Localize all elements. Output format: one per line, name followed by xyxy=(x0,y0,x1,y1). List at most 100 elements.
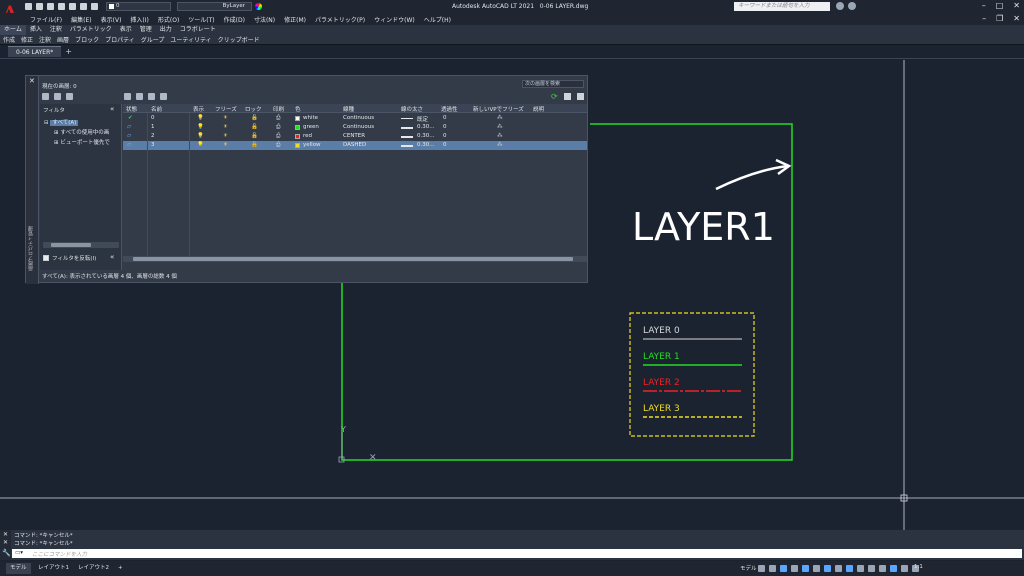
layer-linetype[interactable]: CENTER xyxy=(343,133,365,139)
delete-layer-icon[interactable] xyxy=(148,93,155,100)
layer-combo[interactable]: 0 xyxy=(106,2,171,11)
binoculars-icon[interactable] xyxy=(836,2,844,10)
hardware-acceleration-icon[interactable] xyxy=(901,565,908,572)
tab-home[interactable]: ホーム xyxy=(0,25,26,35)
color-swatch[interactable] xyxy=(295,134,300,139)
layer-name[interactable]: 1 xyxy=(151,124,155,130)
panel-properties[interactable]: プロパティ xyxy=(102,35,138,44)
workspace-icon[interactable] xyxy=(879,565,886,572)
unlock-icon[interactable]: 🔓 xyxy=(251,124,258,130)
sun-icon[interactable]: ☀ xyxy=(223,133,228,139)
tab-layout1[interactable]: レイアウト1 xyxy=(34,563,73,574)
save-icon[interactable] xyxy=(47,3,54,10)
printer-icon[interactable]: ⎙ xyxy=(276,124,280,131)
layer-color-name[interactable]: red xyxy=(303,133,312,139)
bulb-icon[interactable]: 💡 xyxy=(197,133,204,139)
model-space-button[interactable]: モデル xyxy=(740,564,757,572)
layer-transparency[interactable]: 0 xyxy=(443,133,447,139)
menu-tools[interactable]: ツール(T) xyxy=(188,15,214,24)
palette-title-strip[interactable]: ✕ 画層プロパティ管理 xyxy=(26,76,39,284)
tab-output[interactable]: 出力 xyxy=(156,25,176,35)
layer-name[interactable]: 3 xyxy=(151,142,155,148)
bulb-icon[interactable]: 💡 xyxy=(197,124,204,130)
col-description[interactable]: 説明 xyxy=(533,105,544,113)
unlock-icon[interactable]: 🔓 xyxy=(251,115,258,121)
layer-search-input[interactable]: 次の画層を検索 xyxy=(522,80,584,88)
menu-view[interactable]: 表示(V) xyxy=(101,15,122,24)
menu-window[interactable]: ウィンドウ(W) xyxy=(374,15,415,24)
layer-name[interactable]: 2 xyxy=(151,133,155,139)
invert-filter-checkbox[interactable] xyxy=(43,255,49,261)
selection-cycling-icon[interactable] xyxy=(846,565,853,572)
layer-color-name[interactable]: white xyxy=(303,115,318,121)
filter-scrollbar[interactable] xyxy=(43,242,119,248)
redo-icon[interactable] xyxy=(91,3,98,10)
lineweight-icon[interactable] xyxy=(824,565,831,572)
color-swatch[interactable] xyxy=(295,116,300,121)
user-icon[interactable] xyxy=(848,2,856,10)
col-linetype[interactable]: 線種 xyxy=(343,105,354,113)
menu-parametric[interactable]: パラメトリック(P) xyxy=(315,15,365,24)
bulb-icon[interactable]: 💡 xyxy=(197,142,204,148)
color-wheel-icon[interactable] xyxy=(255,3,262,10)
panel-groups[interactable]: グループ xyxy=(138,35,168,44)
layer-lineweight[interactable]: 既定 xyxy=(417,115,428,123)
unlock-icon[interactable]: 🔓 xyxy=(251,133,258,139)
snap-icon[interactable] xyxy=(769,565,776,572)
layer-row[interactable]: ▱ 1 💡 ☀ 🔓 ⎙ green Continuous 0.30... 0 ⁂ xyxy=(123,123,587,132)
sun-icon[interactable]: ☀ xyxy=(223,124,228,130)
collapse-tree-icon[interactable]: « xyxy=(110,253,114,261)
doc-minimize-icon[interactable]: – xyxy=(982,14,986,23)
polar-icon[interactable] xyxy=(791,565,798,572)
add-layout-plus-icon[interactable]: + xyxy=(114,563,127,574)
layer-settings-icon[interactable] xyxy=(563,93,571,100)
linetype-combo[interactable]: ByLayer xyxy=(177,2,252,11)
tab-layout2[interactable]: レイアウト2 xyxy=(74,563,113,574)
layer-lineweight[interactable]: 0.30... xyxy=(417,124,435,130)
panel-block[interactable]: ブロック xyxy=(72,35,102,44)
tab-annotate[interactable]: 注釈 xyxy=(46,25,66,35)
vp-freeze-icon[interactable]: ⁂ xyxy=(497,124,503,130)
panel-modify[interactable]: 修正 xyxy=(18,35,36,44)
tab-parametric[interactable]: パラメトリック xyxy=(66,25,116,35)
vp-freeze-icon[interactable]: ⁂ xyxy=(497,142,503,148)
tab-insert[interactable]: 挿入 xyxy=(26,25,46,35)
layer-transparency[interactable]: 0 xyxy=(443,115,447,121)
menu-dimension[interactable]: 寸法(N) xyxy=(254,15,275,24)
palette-close-icon[interactable]: ✕ xyxy=(29,77,35,85)
layer-color-name[interactable]: yellow xyxy=(303,142,321,148)
layer-linetype[interactable]: DASHED xyxy=(343,142,366,148)
col-status[interactable]: 状態 xyxy=(126,105,137,113)
doc-close-icon[interactable]: ✕ xyxy=(1013,14,1020,23)
transparency-icon[interactable] xyxy=(835,565,842,572)
layer-linetype[interactable]: Continuous xyxy=(343,115,374,121)
layer-lineweight[interactable]: 0.30... xyxy=(417,133,435,139)
col-on[interactable]: 表示 xyxy=(193,105,204,113)
annotation-scale-value[interactable]: 1:1 xyxy=(914,564,923,570)
layer-color-name[interactable]: green xyxy=(303,124,319,130)
set-current-icon[interactable] xyxy=(160,93,167,100)
panel-annotation[interactable]: 注釈 xyxy=(36,35,54,44)
sun-icon[interactable]: ☀ xyxy=(223,115,228,121)
menu-draw[interactable]: 作成(D) xyxy=(224,15,245,24)
layer-linetype[interactable]: Continuous xyxy=(343,124,374,130)
new-property-filter-icon[interactable] xyxy=(42,93,49,100)
maximize-icon[interactable]: □ xyxy=(996,1,1004,10)
tree-item-used[interactable]: ⊞ すべての使用中の画 xyxy=(54,128,109,136)
menu-format[interactable]: 形式(O) xyxy=(158,15,179,24)
tree-item-viewport[interactable]: ⊞ ビューポート優先で xyxy=(54,138,110,146)
col-freeze[interactable]: フリーズ xyxy=(215,105,237,113)
minimize-icon[interactable]: – xyxy=(982,1,986,10)
layer-table-scrollbar[interactable] xyxy=(123,256,587,262)
otrack-icon[interactable] xyxy=(813,565,820,572)
color-swatch[interactable] xyxy=(295,125,300,130)
gear-icon[interactable] xyxy=(576,93,584,100)
layer-row-selected[interactable]: ▱ 3 💡 ☀ 🔓 ⎙ yellow DASHED 0.30... 0 ⁂ xyxy=(123,141,587,150)
layer-lineweight[interactable]: 0.30... xyxy=(417,142,435,148)
grid-icon[interactable] xyxy=(758,565,765,572)
command-close-icon[interactable]: ✕ xyxy=(3,531,8,538)
menu-insert[interactable]: 挿入(I) xyxy=(130,15,148,24)
open-icon[interactable] xyxy=(36,3,43,10)
layer-states-icon[interactable] xyxy=(66,93,73,100)
new-icon[interactable] xyxy=(25,3,32,10)
